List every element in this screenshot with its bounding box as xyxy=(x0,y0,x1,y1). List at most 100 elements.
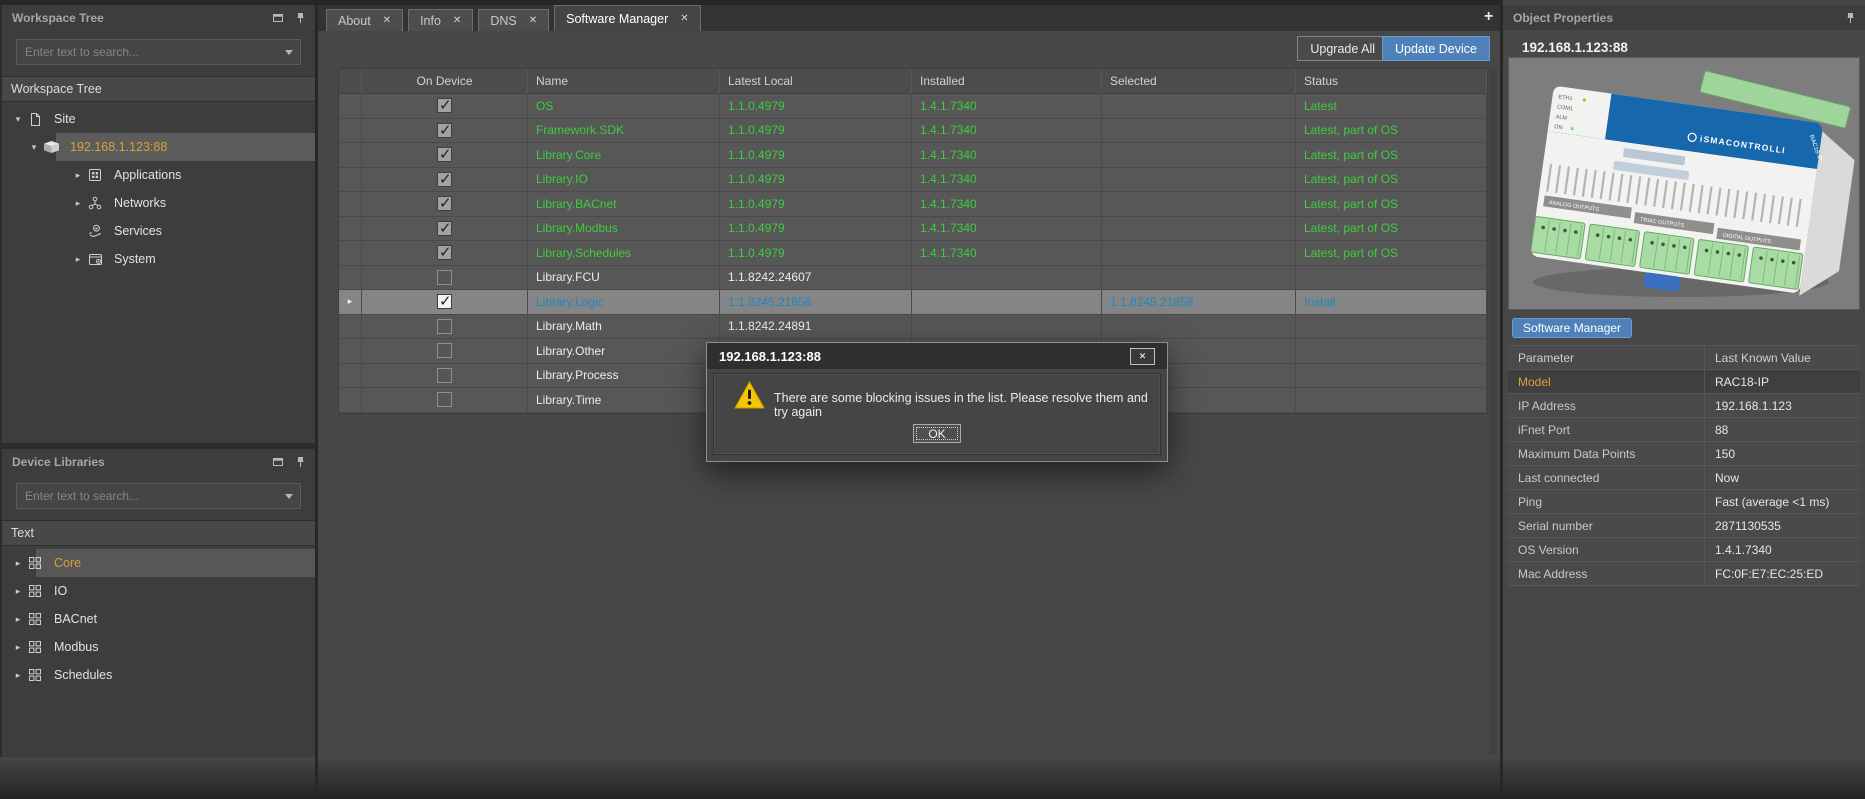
tab-dns[interactable]: DNS✕ xyxy=(478,9,549,31)
libraries-search-input[interactable]: Enter text to search... xyxy=(16,483,301,509)
column-header-selected[interactable]: Selected xyxy=(1102,69,1296,94)
expander-down-icon[interactable]: ▾ xyxy=(12,114,24,125)
on-device-checkbox[interactable] xyxy=(437,98,452,113)
property-value: 88 xyxy=(1705,423,1860,437)
table-row-library-modbus[interactable]: Library.Modbus1.1.0.49791.4.1.7340Latest… xyxy=(339,217,1487,242)
on-device-checkbox[interactable] xyxy=(437,294,452,309)
panel-splitter[interactable] xyxy=(315,0,318,799)
library-item-label: Core xyxy=(46,556,81,570)
library-item-label: Schedules xyxy=(46,668,112,682)
status-cell: Latest xyxy=(1296,94,1487,119)
on-device-checkbox[interactable] xyxy=(437,392,452,407)
tab-about[interactable]: About✕ xyxy=(326,9,403,31)
property-row-maximum-data-points[interactable]: Maximum Data Points150 xyxy=(1508,442,1860,466)
tree-item-192-168-1-123-88[interactable]: ▾192.168.1.123:88 xyxy=(2,133,315,161)
property-row-ifnet-port[interactable]: iFnet Port88 xyxy=(1508,418,1860,442)
object-properties-titlebar: Object Properties xyxy=(1503,5,1865,30)
column-header-status[interactable]: Status xyxy=(1296,69,1487,94)
expander-down-icon[interactable]: ▾ xyxy=(28,142,40,153)
on-device-checkbox[interactable] xyxy=(437,368,452,383)
dialog-title: 192.168.1.123:88 xyxy=(719,349,821,364)
on-device-checkbox[interactable] xyxy=(437,343,452,358)
on-device-checkbox[interactable] xyxy=(437,172,452,187)
table-row-framework-sdk[interactable]: Framework.SDK1.1.0.49791.4.1.7340Latest,… xyxy=(339,119,1487,144)
expander-right-icon[interactable]: ▸ xyxy=(12,614,24,625)
property-row-os-version[interactable]: OS Version1.4.1.7340 xyxy=(1508,538,1860,562)
expander-right-icon[interactable]: ▸ xyxy=(72,254,84,265)
on-device-cell xyxy=(362,119,528,144)
property-row-model[interactable]: ModelRAC18-IP xyxy=(1508,370,1860,394)
property-row-mac-address[interactable]: Mac AddressFC:0F:E7:EC:25:ED xyxy=(1508,562,1860,586)
tab-info[interactable]: Info✕ xyxy=(408,9,473,31)
latest-local-cell: 1.1.0.4979 xyxy=(720,217,912,242)
expander-right-icon[interactable]: ▸ xyxy=(12,558,24,569)
column-header-name[interactable]: Name xyxy=(528,69,720,94)
pin-icon[interactable] xyxy=(1846,12,1855,24)
library-item-modbus[interactable]: ▸Modbus xyxy=(2,633,315,661)
pin-icon[interactable] xyxy=(296,456,305,468)
expander-right-icon[interactable]: ▸ xyxy=(12,670,24,681)
tree-item-applications[interactable]: ▸Applications xyxy=(2,161,315,189)
expander-right-icon[interactable]: ▸ xyxy=(72,170,84,181)
on-device-checkbox[interactable] xyxy=(437,123,452,138)
table-row-library-core[interactable]: Library.Core1.1.0.49791.4.1.7340Latest, … xyxy=(339,143,1487,168)
upgrade-all-button[interactable]: Upgrade All xyxy=(1297,36,1388,61)
column-header-indicator[interactable] xyxy=(339,69,362,94)
property-row-serial-number[interactable]: Serial number2871130535 xyxy=(1508,514,1860,538)
close-tab-icon[interactable]: ✕ xyxy=(529,15,537,26)
on-device-checkbox[interactable] xyxy=(437,270,452,285)
software-manager-button[interactable]: Software Manager xyxy=(1512,318,1632,338)
on-device-cell xyxy=(362,192,528,217)
search-dropdown-button[interactable] xyxy=(278,40,300,64)
tree-item-site[interactable]: ▾Site xyxy=(2,105,315,133)
on-device-checkbox[interactable] xyxy=(437,245,452,260)
library-item-bacnet[interactable]: ▸BACnet xyxy=(2,605,315,633)
workspace-search-input[interactable]: Enter text to search... xyxy=(16,39,301,65)
expander-right-icon[interactable]: ▸ xyxy=(12,586,24,597)
property-row-ip-address[interactable]: IP Address192.168.1.123 xyxy=(1508,394,1860,418)
table-row-library-logic[interactable]: ▸Library.Logic1.1.8245.218581.1.8245.218… xyxy=(339,290,1487,315)
library-item-schedules[interactable]: ▸ Schedules xyxy=(2,661,315,689)
table-row-os[interactable]: OS1.1.0.49791.4.1.7340Latest xyxy=(339,94,1487,119)
library-item-io[interactable]: ▸IO xyxy=(2,577,315,605)
table-row-library-schedules[interactable]: Library.Schedules1.1.0.49791.4.1.7340Lat… xyxy=(339,241,1487,266)
tree-item-services[interactable]: Services xyxy=(2,217,315,245)
close-tab-icon[interactable]: ✕ xyxy=(680,13,688,24)
column-header-on-device[interactable]: On Device xyxy=(362,69,528,94)
on-device-cell xyxy=(362,241,528,266)
expander-right-icon[interactable]: ▸ xyxy=(12,642,24,653)
on-device-checkbox[interactable] xyxy=(437,196,452,211)
tree-item-system[interactable]: ▸System xyxy=(2,245,315,273)
on-device-checkbox[interactable] xyxy=(437,147,452,162)
close-tab-icon[interactable]: ✕ xyxy=(383,15,391,26)
add-tab-button[interactable]: + xyxy=(1484,8,1493,26)
tab-software-manager[interactable]: Software Manager✕ xyxy=(554,5,701,31)
installed-cell: 1.4.1.7340 xyxy=(912,119,1102,144)
table-row-library-bacnet[interactable]: Library.BACnet1.1.0.49791.4.1.7340Latest… xyxy=(339,192,1487,217)
property-label: Model xyxy=(1508,370,1705,393)
property-row-ping[interactable]: PingFast (average <1 ms) xyxy=(1508,490,1860,514)
table-row-library-fcu[interactable]: Library.FCU1.1.8242.24607 xyxy=(339,266,1487,291)
table-row-library-io[interactable]: Library.IO1.1.0.49791.4.1.7340Latest, pa… xyxy=(339,168,1487,193)
pin-icon[interactable] xyxy=(296,12,305,24)
table-scrollbar[interactable] xyxy=(1489,68,1497,754)
expander-right-icon[interactable]: ▸ xyxy=(72,198,84,209)
table-row-library-math[interactable]: Library.Math1.1.8242.24891 xyxy=(339,315,1487,340)
on-device-checkbox[interactable] xyxy=(437,221,452,236)
restore-icon[interactable] xyxy=(272,12,284,23)
ok-button[interactable]: OK xyxy=(913,424,961,443)
column-header-latest-local[interactable]: Latest Local xyxy=(720,69,912,94)
selected-cell xyxy=(1102,192,1296,217)
panel-splitter[interactable] xyxy=(1500,0,1503,799)
close-tab-icon[interactable]: ✕ xyxy=(453,15,461,26)
update-device-button[interactable]: Update Device xyxy=(1382,36,1490,61)
tree-item-networks[interactable]: ▸Networks xyxy=(2,189,315,217)
close-icon[interactable]: ✕ xyxy=(1130,348,1155,365)
on-device-checkbox[interactable] xyxy=(437,319,452,334)
column-header-installed[interactable]: Installed xyxy=(912,69,1102,94)
library-item-core[interactable]: ▸ Core xyxy=(2,549,315,577)
search-dropdown-button[interactable] xyxy=(278,484,300,508)
restore-icon[interactable] xyxy=(272,456,284,467)
property-row-last-connected[interactable]: Last connectedNow xyxy=(1508,466,1860,490)
latest-local-cell: 1.1.0.4979 xyxy=(720,119,912,144)
